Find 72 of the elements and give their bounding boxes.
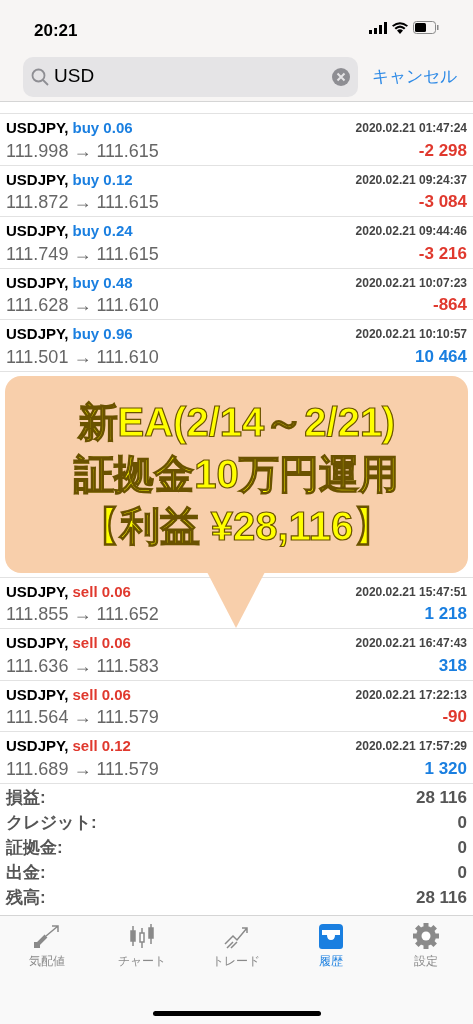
summary-value: 28 116: [415, 787, 467, 810]
order-type: buy 0.06: [72, 118, 133, 138]
order-type: sell 0.06: [72, 684, 131, 705]
symbol: USDJPY,: [6, 684, 69, 705]
summary-label: 証拠金:: [6, 837, 63, 860]
profit-value: -2 298: [418, 139, 467, 162]
profit-value: 1 218: [424, 603, 467, 625]
wifi-icon: [392, 21, 408, 34]
search-field[interactable]: USD: [23, 56, 358, 97]
trade-time: 2020.02.21 16:47:43: [355, 635, 467, 653]
profit-value: -3 084: [418, 191, 467, 213]
profit-value: 10 464: [415, 345, 467, 368]
clear-icon[interactable]: [332, 67, 350, 86]
price-range: 111.636 → 111.583: [6, 654, 159, 677]
summary-label: 出金:: [6, 862, 46, 885]
banner-text: 【利益 ¥28,116】: [79, 503, 394, 550]
battery-icon: [413, 21, 439, 34]
order-type: sell 0.06: [72, 633, 131, 653]
order-type: buy 0.12: [72, 169, 133, 190]
order-type: buy 0.24: [72, 221, 133, 241]
trade-time: 2020.02.21 10:10:57: [355, 326, 467, 344]
signal-icon: [369, 21, 387, 34]
settings-icon: [410, 921, 441, 950]
trade-time: 2020.02.21 09:24:37: [355, 171, 467, 189]
summary-label: 残高:: [6, 887, 46, 910]
tab[interactable]: 履歴: [283, 921, 379, 976]
price-range: 111.564 → 111.579: [6, 706, 159, 728]
symbol: USDJPY,: [6, 736, 69, 756]
tab[interactable]: トレード: [189, 921, 284, 976]
tab[interactable]: チャート: [94, 921, 190, 976]
profit-value: -864: [432, 294, 467, 316]
order-type: sell 0.06: [72, 581, 131, 602]
cancel-button[interactable]: キャンセル: [372, 63, 457, 90]
profit-value: -3 216: [418, 242, 467, 265]
trade-time: 2020.02.21 17:22:13: [355, 686, 467, 704]
trade-time: 2020.02.21 17:57:29: [355, 738, 467, 756]
price-range: 111.689 → 111.579: [6, 757, 159, 780]
symbol: USDJPY,: [6, 581, 69, 602]
search-icon: [31, 67, 49, 86]
price-range: 111.749 → 111.615: [6, 242, 159, 265]
symbol: USDJPY,: [6, 118, 69, 138]
trade-time: 2020.02.21 15:47:51: [355, 583, 467, 601]
price-range: 111.998 → 111.615: [6, 139, 159, 162]
summary-value: 0: [457, 837, 467, 860]
profit-value: 318: [438, 654, 467, 677]
symbol: USDJPY,: [6, 324, 69, 344]
tab[interactable]: 気配値: [0, 921, 95, 976]
trade-time: 2020.02.21 10:07:23: [355, 274, 467, 292]
summary-label: 損益:: [6, 787, 46, 810]
profit-value: -90: [442, 706, 467, 728]
symbol: USDJPY,: [6, 633, 69, 653]
tab[interactable]: 設定: [378, 921, 473, 976]
order-type: buy 0.96: [72, 324, 133, 344]
price-range: 111.855 → 111.652: [6, 603, 159, 625]
order-type: sell 0.12: [72, 736, 131, 756]
symbol: USDJPY,: [6, 221, 69, 241]
trade-time: 2020.02.21 09:44:46: [355, 223, 467, 241]
price-range: 111.628 → 111.610: [6, 294, 159, 316]
profit-value: 1 320: [424, 757, 467, 780]
trade-time: 2020.02.21 01:47:24: [355, 120, 467, 138]
order-type: buy 0.48: [72, 272, 133, 293]
symbol: USDJPY,: [6, 272, 69, 293]
summary-label: クレジット:: [6, 812, 97, 835]
price-range: 111.872 → 111.615: [6, 191, 159, 213]
summary-value: 0: [457, 812, 467, 835]
banner-text: 新EA(2/14～2/21): [77, 399, 396, 446]
summary-value: 0: [457, 862, 467, 885]
summary-value: 28 116: [415, 887, 467, 910]
symbol: USDJPY,: [6, 169, 69, 190]
banner-text: 証拠金10万円運用: [74, 451, 399, 498]
clock: 20:21: [34, 20, 78, 42]
price-range: 111.501 → 111.610: [6, 345, 159, 368]
